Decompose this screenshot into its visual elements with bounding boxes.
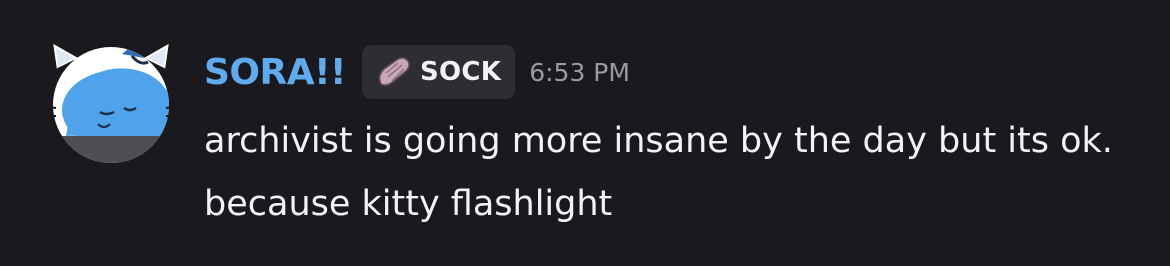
server-tag[interactable]: SOCK	[361, 45, 516, 99]
timestamp[interactable]: 6:53 PM	[529, 58, 630, 87]
avatar[interactable]	[36, 36, 186, 166]
server-tag-label: SOCK	[419, 57, 502, 87]
sock-icon	[378, 57, 410, 86]
chat-message: SORA!! SOCK 6:53 PM archivist is going m…	[0, 0, 1170, 266]
message-header: SORA!! SOCK 6:53 PM	[204, 44, 630, 100]
message-content: archivist is going more insane by the da…	[204, 121, 1113, 224]
username[interactable]: SORA!!	[204, 52, 346, 93]
